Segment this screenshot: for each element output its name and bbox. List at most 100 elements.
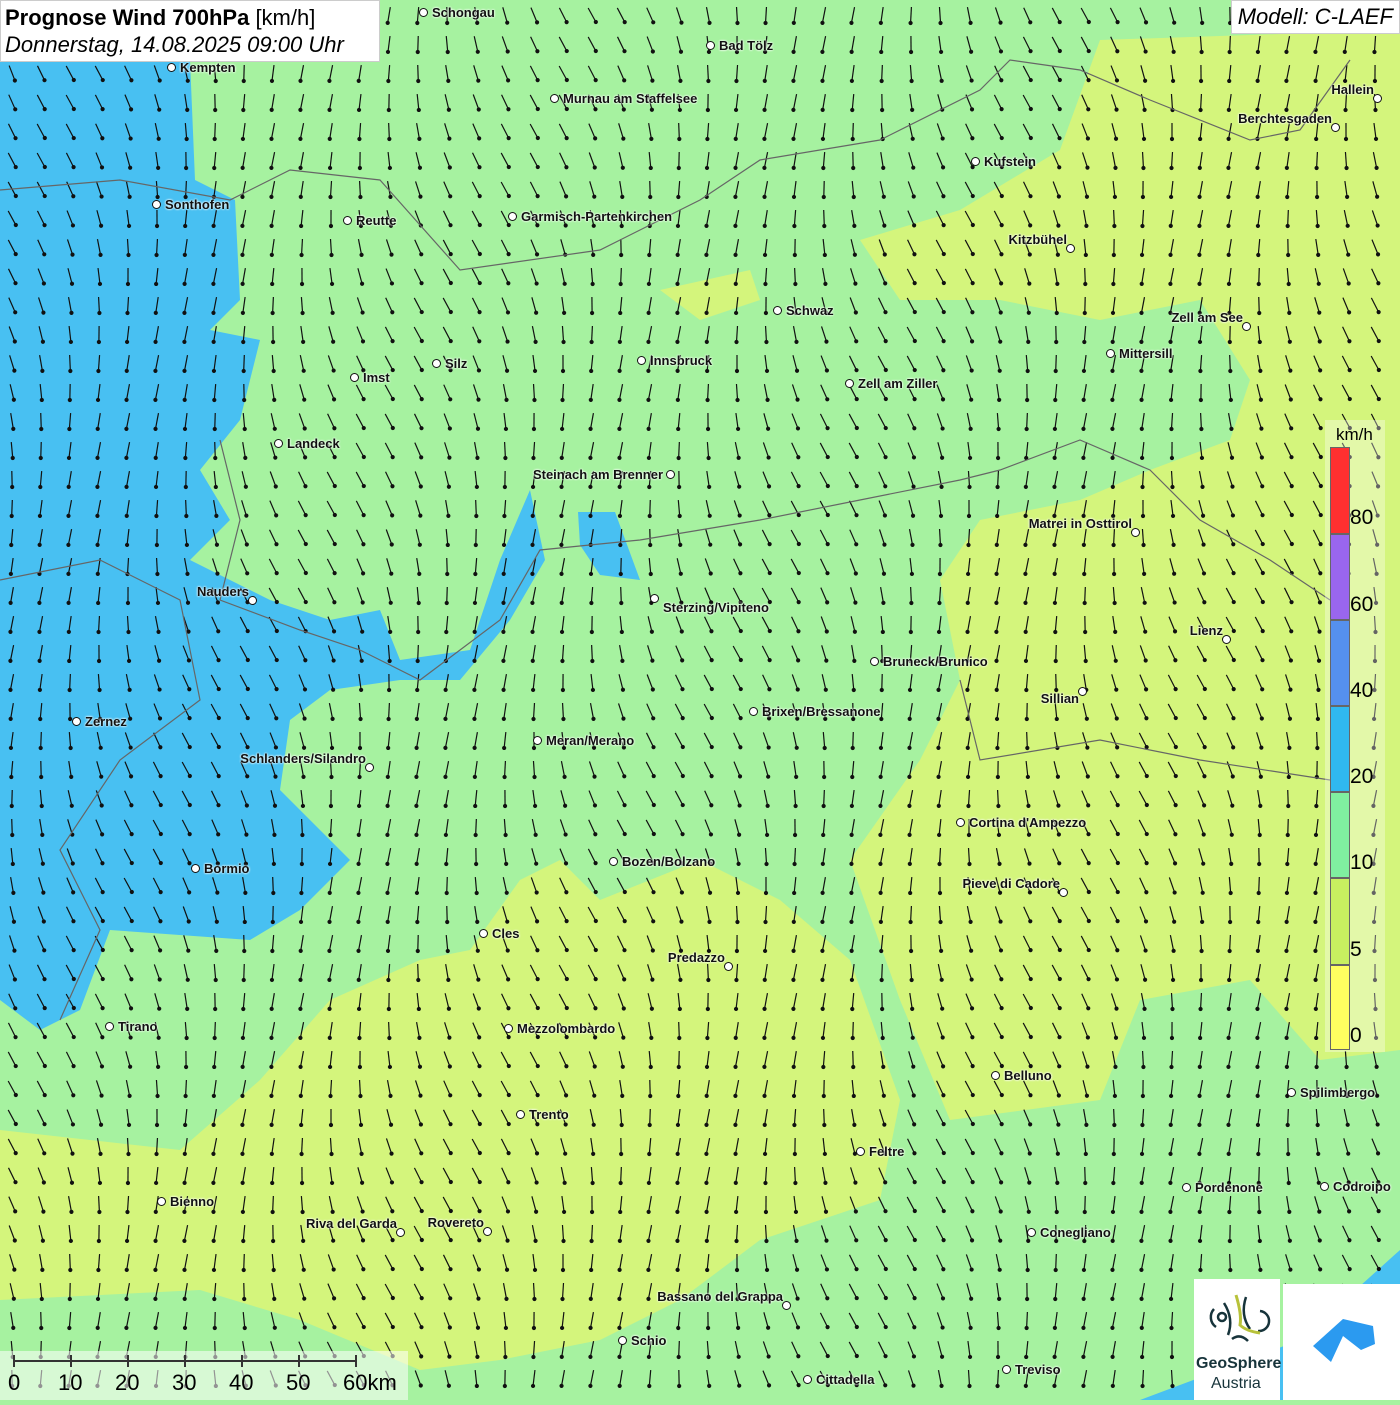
city-label[interactable]: Silz bbox=[445, 356, 467, 371]
city-marker-icon bbox=[1106, 349, 1115, 358]
city-label[interactable]: Zernez bbox=[85, 714, 127, 729]
city-marker-icon bbox=[274, 439, 283, 448]
geosphere-country: Austria bbox=[1211, 1375, 1261, 1393]
city-label[interactable]: Treviso bbox=[1015, 1362, 1061, 1377]
city-marker-icon bbox=[609, 857, 618, 866]
city-label[interactable]: Sonthofen bbox=[165, 197, 229, 212]
city-label[interactable]: Pieve di Cadore bbox=[962, 876, 1060, 891]
city-marker-icon bbox=[72, 717, 81, 726]
city-label[interactable]: Sillian bbox=[1041, 691, 1079, 706]
city-label[interactable]: Codroipo bbox=[1333, 1179, 1391, 1194]
city-marker-icon bbox=[1222, 635, 1231, 644]
legend-color-segment bbox=[1330, 534, 1350, 620]
city-label[interactable]: Steinach am Brenner bbox=[533, 467, 663, 482]
city-label[interactable]: Landeck bbox=[287, 436, 340, 451]
city-label[interactable]: Bad Tölz bbox=[719, 38, 773, 53]
scale-label: 10 bbox=[58, 1370, 82, 1396]
city-label[interactable]: Trento bbox=[529, 1107, 569, 1122]
city-label[interactable]: Hallein bbox=[1331, 82, 1374, 97]
city-label[interactable]: Belluno bbox=[1004, 1068, 1052, 1083]
geosphere-name: GeoSphere bbox=[1196, 1355, 1281, 1373]
city-label[interactable]: Nauders bbox=[197, 584, 249, 599]
city-label[interactable]: Meran/Merano bbox=[546, 733, 634, 748]
weather-app-logo[interactable] bbox=[1283, 1284, 1400, 1400]
city-marker-icon bbox=[1066, 244, 1075, 253]
city-marker-icon bbox=[845, 379, 854, 388]
scale-label: 40 bbox=[229, 1370, 253, 1396]
city-label[interactable]: Bormio bbox=[204, 861, 250, 876]
city-marker-icon bbox=[1331, 123, 1340, 132]
city-marker-icon bbox=[167, 63, 176, 72]
title-box: Prognose Wind 700hPa [km/h] Donnerstag, … bbox=[0, 0, 380, 62]
city-marker-icon bbox=[618, 1336, 627, 1345]
city-label[interactable]: Cittadella bbox=[816, 1372, 875, 1387]
city-marker-icon bbox=[1059, 888, 1068, 897]
city-label[interactable]: Schio bbox=[631, 1333, 666, 1348]
city-label[interactable]: Zell am Ziller bbox=[858, 376, 937, 391]
city-marker-icon bbox=[1131, 528, 1140, 537]
legend-color-segment bbox=[1330, 620, 1350, 706]
scale-label: 60km bbox=[343, 1370, 397, 1396]
city-marker-icon bbox=[248, 596, 257, 605]
city-label[interactable]: Schongau bbox=[432, 5, 495, 20]
city-label[interactable]: Garmisch-Partenkirchen bbox=[521, 209, 672, 224]
city-marker-icon bbox=[533, 736, 542, 745]
city-label[interactable]: Riva del Garda bbox=[306, 1216, 397, 1231]
city-label[interactable]: Kitzbühel bbox=[1009, 232, 1068, 247]
geosphere-emblem-icon bbox=[1194, 1279, 1280, 1359]
city-label[interactable]: Predazzo bbox=[668, 950, 725, 965]
city-marker-icon bbox=[419, 8, 428, 17]
city-marker-icon bbox=[508, 212, 517, 221]
city-label[interactable]: Matrei in Osttirol bbox=[1029, 516, 1132, 531]
city-marker-icon bbox=[550, 94, 559, 103]
city-label[interactable]: Bassano del Grappa bbox=[657, 1289, 783, 1304]
city-label[interactable]: Lienz bbox=[1190, 623, 1223, 638]
city-label[interactable]: Cles bbox=[492, 926, 519, 941]
city-label[interactable]: Zell am See bbox=[1171, 310, 1243, 325]
city-label[interactable]: Kufstein bbox=[984, 154, 1036, 169]
city-label[interactable]: Conegliano bbox=[1040, 1225, 1111, 1240]
city-marker-icon bbox=[637, 356, 646, 365]
map-unit: [km/h] bbox=[255, 5, 315, 30]
city-marker-icon bbox=[152, 200, 161, 209]
city-marker-icon bbox=[1373, 94, 1382, 103]
city-marker-icon bbox=[706, 41, 715, 50]
city-label[interactable]: Tirano bbox=[118, 1019, 158, 1034]
city-marker-icon bbox=[1002, 1365, 1011, 1374]
legend-tick-label: 60 bbox=[1350, 593, 1373, 617]
city-label[interactable]: Schwaz bbox=[786, 303, 834, 318]
city-label[interactable]: Kempten bbox=[180, 60, 236, 75]
legend-tick-label: 5 bbox=[1350, 938, 1362, 962]
city-label[interactable]: Schlanders/Silandro bbox=[240, 751, 366, 766]
city-marker-icon bbox=[504, 1024, 513, 1033]
city-label[interactable]: Cortina d'Ampezzo bbox=[969, 815, 1086, 830]
city-label[interactable]: Bruneck/Brunico bbox=[883, 654, 988, 669]
city-label[interactable]: Mittersill bbox=[1119, 346, 1172, 361]
city-marker-icon bbox=[479, 929, 488, 938]
city-marker-icon bbox=[956, 818, 965, 827]
city-label[interactable]: Imst bbox=[363, 370, 390, 385]
city-marker-icon bbox=[365, 763, 374, 772]
city-label[interactable]: Innsbruck bbox=[650, 353, 712, 368]
city-marker-icon bbox=[971, 157, 980, 166]
city-marker-icon bbox=[749, 707, 758, 716]
city-label[interactable]: Brixen/Bressanone bbox=[762, 704, 881, 719]
city-label[interactable]: Reutte bbox=[356, 213, 396, 228]
city-label[interactable]: Feltre bbox=[869, 1144, 904, 1159]
scale-label: 30 bbox=[172, 1370, 196, 1396]
legend-color-segment bbox=[1330, 792, 1350, 878]
city-label[interactable]: Bienno bbox=[170, 1194, 214, 1209]
city-marker-icon bbox=[1027, 1228, 1036, 1237]
city-label[interactable]: Rovereto bbox=[428, 1215, 484, 1230]
city-label[interactable]: Spilimbergo bbox=[1300, 1085, 1375, 1100]
city-label[interactable]: Berchtesgaden bbox=[1238, 111, 1332, 126]
city-label[interactable]: Murnau am Staffelsee bbox=[563, 91, 697, 106]
map-title: Prognose Wind 700hPa bbox=[5, 5, 249, 30]
city-label[interactable]: Sterzing/Vipiteno bbox=[663, 600, 769, 615]
city-label[interactable]: Pordenone bbox=[1195, 1180, 1263, 1195]
city-label[interactable]: Bozen/Bolzano bbox=[622, 854, 715, 869]
city-marker-icon bbox=[666, 470, 675, 479]
city-marker-icon bbox=[991, 1071, 1000, 1080]
city-label[interactable]: Mezzolombardo bbox=[517, 1021, 615, 1036]
legend-tick-label: 0 bbox=[1350, 1024, 1362, 1048]
